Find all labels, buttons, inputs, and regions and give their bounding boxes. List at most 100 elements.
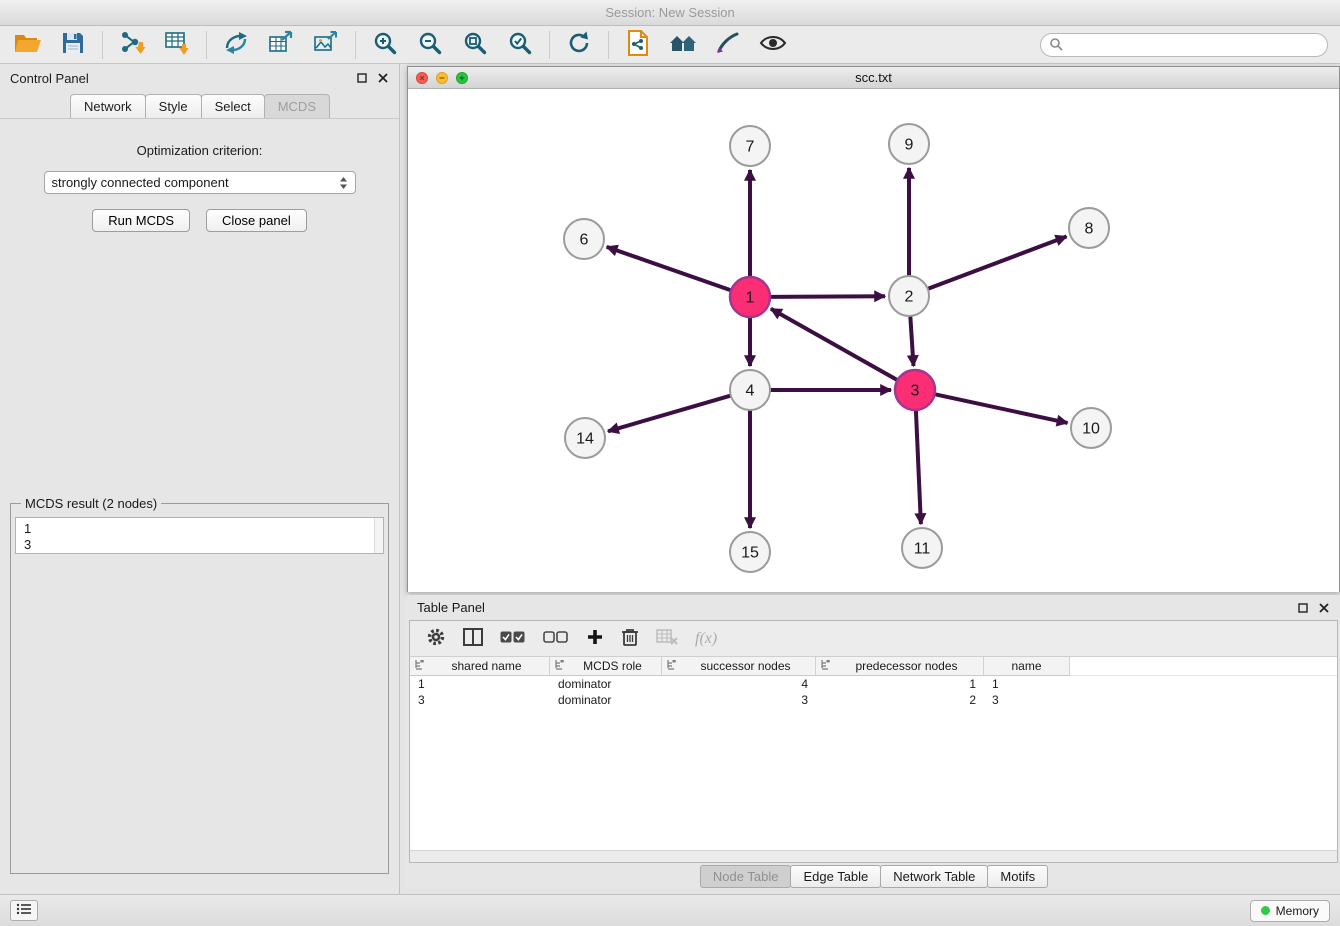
node-1[interactable]: 1 [730, 277, 770, 317]
delete-column-button[interactable] [621, 627, 639, 650]
node-label: 4 [746, 383, 755, 400]
cell-mcds-role[interactable]: dominator [550, 676, 662, 692]
node-label: 11 [914, 541, 931, 558]
zoom-fit-icon [462, 30, 488, 59]
table-horizontal-scrollbar[interactable] [410, 850, 1337, 862]
node-15[interactable]: 15 [730, 532, 770, 572]
edge-3-to-10[interactable] [935, 394, 1068, 423]
node-4[interactable]: 4 [730, 370, 770, 410]
show-hide-graphics-button[interactable] [757, 29, 789, 61]
cell-successor-nodes[interactable]: 3 [662, 692, 816, 708]
close-panel-icon[interactable] [377, 72, 389, 84]
optimization-criterion-label: Optimization criterion: [0, 143, 399, 158]
float-panel-icon[interactable] [356, 72, 368, 84]
node-7[interactable]: 7 [730, 126, 770, 166]
import-network-button[interactable] [116, 29, 148, 61]
add-column-button[interactable] [586, 628, 604, 649]
edge-2-to-3[interactable] [910, 316, 913, 366]
node-label: 6 [580, 232, 589, 249]
close-panel-button[interactable]: Close panel [206, 209, 307, 232]
node-8[interactable]: 8 [1069, 208, 1109, 248]
float-table-panel-icon[interactable] [1297, 602, 1309, 614]
cell-mcds-role[interactable]: dominator [550, 692, 662, 708]
delete-table-button-disabled[interactable] [656, 629, 678, 648]
table-panel: Table Panel [407, 595, 1340, 889]
toolbar-separator [355, 31, 356, 59]
close-window-icon[interactable] [416, 72, 428, 84]
deselect-all-columns-button[interactable] [543, 631, 569, 647]
mcds-result-list[interactable]: 1 3 [15, 517, 384, 554]
cell-predecessor-nodes[interactable]: 2 [816, 692, 984, 708]
tab-select[interactable]: Select [201, 94, 265, 118]
sort-icon [414, 659, 425, 673]
table-settings-button[interactable] [426, 627, 446, 650]
run-mcds-button[interactable]: Run MCDS [92, 209, 190, 232]
node-2[interactable]: 2 [889, 276, 929, 316]
tab-node-table[interactable]: Node Table [700, 865, 792, 888]
tab-edge-table[interactable]: Edge Table [790, 865, 881, 888]
tab-style[interactable]: Style [145, 94, 202, 118]
tab-mcds[interactable]: MCDS [264, 94, 330, 118]
edge-1-to-2[interactable] [770, 296, 885, 297]
cell-name[interactable]: 3 [984, 692, 1070, 708]
zoom-window-icon[interactable] [456, 72, 468, 84]
node-11[interactable]: 11 [902, 528, 942, 568]
import-table-button[interactable] [161, 29, 193, 61]
export-document-button[interactable] [622, 29, 654, 61]
refresh-view-button[interactable] [563, 29, 595, 61]
node-3[interactable]: 3 [895, 370, 935, 410]
function-builder-button[interactable]: f(x) [695, 630, 717, 648]
search-input[interactable] [1068, 38, 1319, 52]
minimize-window-icon[interactable] [436, 72, 448, 84]
edge-1-to-6[interactable] [607, 247, 731, 291]
style-wizard-button[interactable] [712, 29, 744, 61]
result-scrollbar[interactable] [374, 518, 383, 553]
table-row[interactable]: 1 dominator 4 1 1 [410, 676, 1337, 692]
column-header-predecessor-nodes[interactable]: predecessor nodes [816, 657, 984, 676]
open-session-button[interactable] [12, 29, 44, 61]
cell-name[interactable]: 1 [984, 676, 1070, 692]
tab-network[interactable]: Network [70, 94, 146, 118]
edge-2-to-8[interactable] [928, 237, 1067, 289]
tab-network-table[interactable]: Network Table [880, 865, 988, 888]
node-6[interactable]: 6 [564, 219, 604, 259]
node-9[interactable]: 9 [889, 124, 929, 164]
column-header-mcds-role[interactable]: MCDS role [550, 657, 662, 676]
select-all-columns-button[interactable] [500, 631, 526, 647]
cell-shared-name[interactable]: 1 [410, 676, 550, 692]
eye-icon [759, 34, 787, 55]
optimization-criterion-select[interactable]: strongly connected component [44, 171, 356, 194]
zoom-out-button[interactable] [414, 29, 446, 61]
zoom-in-button[interactable] [369, 29, 401, 61]
edge-3-to-1[interactable] [771, 309, 898, 380]
tab-motifs[interactable]: Motifs [987, 865, 1048, 888]
table-row[interactable]: 3 dominator 3 2 3 [410, 692, 1337, 708]
column-header-name[interactable]: name [984, 657, 1070, 676]
cell-predecessor-nodes[interactable]: 1 [816, 676, 984, 692]
cell-shared-name[interactable]: 3 [410, 692, 550, 708]
close-table-panel-icon[interactable] [1318, 602, 1330, 614]
open-folder-icon [14, 32, 42, 57]
export-table-icon [268, 30, 294, 59]
control-panel: Control Panel Network Style Select MCDS … [0, 64, 400, 894]
zoom-fit-button[interactable] [459, 29, 491, 61]
export-table-button[interactable] [265, 29, 297, 61]
column-header-successor-nodes[interactable]: successor nodes [662, 657, 816, 676]
network-graph[interactable]: 7 9 6 8 1 2 4 3 14 10 15 11 [408, 89, 1339, 592]
cell-successor-nodes[interactable]: 4 [662, 676, 816, 692]
sort-icon [554, 659, 565, 673]
export-image-button[interactable] [310, 29, 342, 61]
node-10[interactable]: 10 [1071, 408, 1111, 448]
home-button[interactable] [667, 29, 699, 61]
column-header-shared-name[interactable]: shared name [410, 657, 550, 676]
homes-icon [668, 31, 698, 58]
edge-3-to-11[interactable] [916, 410, 921, 524]
memory-button[interactable]: Memory [1250, 900, 1330, 922]
export-network-button[interactable] [220, 29, 252, 61]
zoom-selected-button[interactable] [504, 29, 536, 61]
save-session-button[interactable] [57, 29, 89, 61]
node-14[interactable]: 14 [565, 418, 605, 458]
task-history-button[interactable] [10, 900, 38, 921]
show-columns-button[interactable] [463, 628, 483, 649]
edge-4-to-14[interactable] [608, 396, 731, 432]
